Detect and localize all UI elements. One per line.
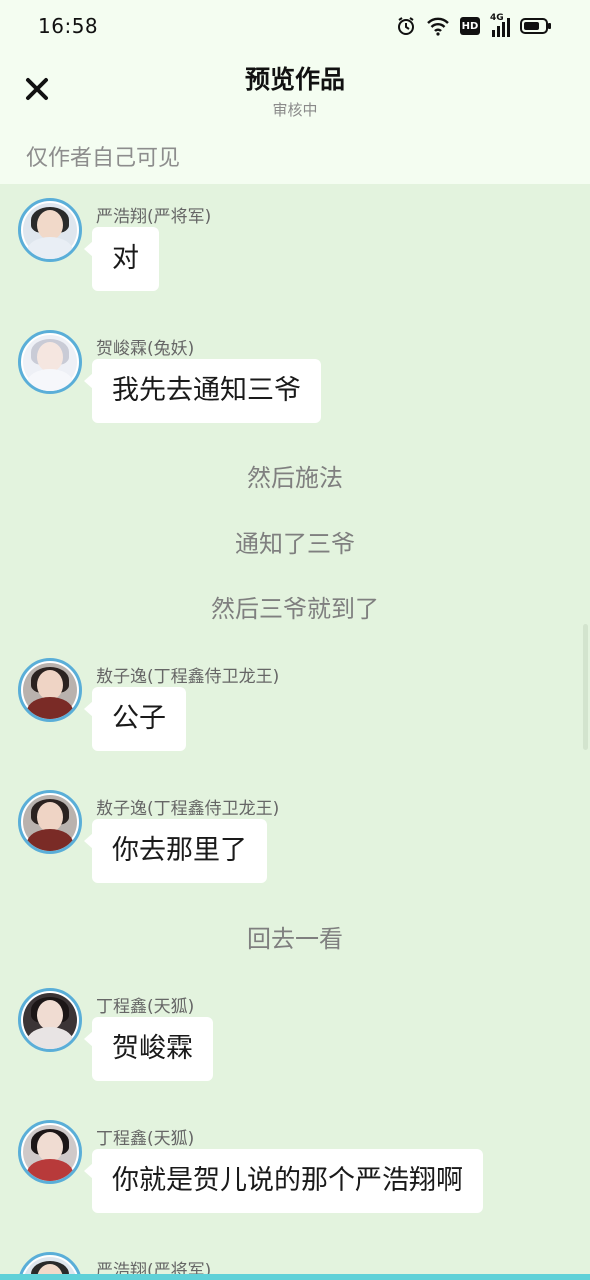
network-label: 4G <box>490 13 504 23</box>
message-bubble[interactable]: 你就是贺儿说的那个严浩翔啊 <box>84 1149 483 1213</box>
status-icons: HD 4G <box>396 13 552 38</box>
narration-text: 回去一看 <box>247 925 343 953</box>
visibility-note: 仅作者自己可见 <box>0 132 590 184</box>
message-bubble[interactable]: 你去那里了 <box>84 819 267 883</box>
message-bubble[interactable]: 贺峻霖 <box>84 1017 213 1081</box>
scrollbar[interactable] <box>583 624 588 750</box>
wifi-icon <box>426 16 450 36</box>
sender-name: 贺峻霖(兔妖) <box>96 339 195 359</box>
sender-name: 严浩翔(严将军) <box>96 207 212 227</box>
narration-text: 通知了三爷 <box>235 530 355 558</box>
narration-text: 然后施法 <box>247 464 343 492</box>
message-bubble[interactable]: 对 <box>84 227 159 291</box>
status-bar: 16:58 HD 4G <box>0 0 590 52</box>
avatar[interactable] <box>18 1120 82 1184</box>
sender-name: 丁程鑫(天狐) <box>96 997 195 1017</box>
avatar[interactable] <box>18 658 82 722</box>
message-bubble[interactable]: 公子 <box>84 687 186 751</box>
review-status: 审核中 <box>272 101 318 119</box>
hd-badge: HD <box>460 17 480 35</box>
status-time: 16:58 <box>38 14 99 38</box>
avatar[interactable] <box>18 988 82 1052</box>
sender-name: 敖子逸(丁程鑫侍卫龙王) <box>96 667 280 687</box>
narration-text: 然后三爷就到了 <box>211 595 379 623</box>
avatar[interactable] <box>18 790 82 854</box>
header: 预览作品 审核中 <box>0 52 590 132</box>
chat-list[interactable]: 严浩翔(严将军) 对 贺峻霖(兔妖) 我先去通知三爷 然后施法 通知了三爷 然后… <box>0 184 590 1280</box>
page-title: 预览作品 <box>244 65 345 94</box>
signal-4g-icon: 4G <box>490 13 510 37</box>
avatar[interactable] <box>18 198 82 262</box>
sender-name: 丁程鑫(天狐) <box>96 1129 195 1149</box>
bottom-progress-bar <box>0 1274 590 1280</box>
message-bubble[interactable]: 我先去通知三爷 <box>84 359 321 423</box>
avatar[interactable] <box>18 330 82 394</box>
battery-icon <box>520 17 552 35</box>
alarm-icon <box>396 16 416 36</box>
sender-name: 敖子逸(丁程鑫侍卫龙王) <box>96 799 280 819</box>
